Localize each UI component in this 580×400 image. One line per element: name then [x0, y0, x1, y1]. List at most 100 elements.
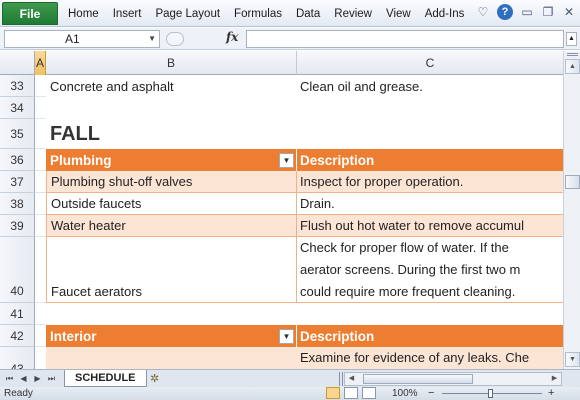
first-sheet-icon[interactable]: ⏮ [4, 372, 15, 385]
vertical-scrollbar[interactable]: ▲ ▼ [563, 51, 580, 369]
table-row: 37 Plumbing shut-off valves Inspect for … [0, 171, 563, 193]
tab-split-handle[interactable] [339, 372, 343, 386]
restore-window-icon[interactable]: ❐ [541, 5, 555, 19]
tab-page-layout[interactable]: Page Layout [155, 8, 220, 20]
file-tab[interactable]: File [2, 2, 58, 25]
row-header[interactable]: 35 [0, 119, 35, 149]
zoom-slider-knob[interactable] [488, 389, 493, 398]
scroll-up-icon[interactable]: ▲ [565, 59, 580, 74]
ribbon-tabs: Home Insert Page Layout Formulas Data Re… [68, 0, 478, 27]
scroll-right-icon[interactable]: ▶ [548, 373, 561, 385]
cell[interactable]: Water heater [46, 215, 297, 237]
ribbon: File Home Insert Page Layout Formulas Da… [0, 0, 580, 27]
next-sheet-icon[interactable]: ▶ [32, 372, 43, 385]
cell[interactable] [297, 119, 563, 149]
close-window-icon[interactable]: ✕ [562, 5, 576, 19]
scroll-left-icon[interactable]: ◀ [345, 373, 358, 385]
cell[interactable] [35, 303, 46, 325]
help-icon[interactable]: ? [497, 4, 513, 20]
zoom-in-icon[interactable]: + [548, 387, 554, 399]
tab-review[interactable]: Review [334, 8, 372, 20]
minimize-window-icon[interactable]: ▭ [520, 5, 534, 19]
normal-view-icon[interactable] [326, 387, 340, 399]
cell[interactable] [35, 75, 46, 97]
cell[interactable] [46, 303, 297, 325]
column-header-cell[interactable]: Description [297, 149, 563, 171]
split-handle[interactable] [567, 53, 578, 56]
row-header[interactable]: 33 [0, 75, 35, 97]
cell[interactable]: Concrete and asphalt [46, 75, 297, 97]
cell[interactable]: Faucet aerators [46, 237, 297, 303]
column-header-b[interactable]: B [46, 51, 297, 75]
cell[interactable]: Examine for evidence of any leaks. Che [297, 347, 563, 369]
row-header[interactable]: 38 [0, 193, 35, 215]
cell[interactable]: Check for proper flow of water. If the a… [297, 237, 563, 303]
cell[interactable] [35, 347, 46, 369]
cell[interactable] [35, 237, 46, 303]
tab-formulas[interactable]: Formulas [234, 8, 282, 20]
cell[interactable] [35, 119, 46, 149]
cell[interactable] [297, 303, 563, 325]
minimize-ribbon-icon[interactable]: ♡ [476, 5, 490, 19]
view-buttons [326, 387, 376, 399]
row-header[interactable]: 42 [0, 325, 35, 347]
cell[interactable] [46, 347, 297, 369]
formula-input[interactable] [246, 30, 564, 48]
tab-home[interactable]: Home [68, 8, 99, 20]
tab-add-ins[interactable]: Add-Ins [425, 8, 465, 20]
horizontal-scroll-thumb[interactable] [363, 374, 473, 384]
insert-function-icon[interactable]: fx [226, 30, 238, 44]
cell[interactable] [35, 149, 46, 171]
filter-dropdown-icon[interactable]: ▼ [279, 329, 294, 344]
horizontal-scrollbar[interactable]: ◀ ▶ [344, 372, 562, 386]
chevron-down-icon[interactable]: ▼ [148, 31, 156, 47]
zoom-out-icon[interactable]: − [428, 387, 434, 399]
cell[interactable] [35, 215, 46, 237]
cell[interactable]: Outside faucets [46, 193, 297, 215]
column-header-a[interactable]: A [35, 51, 46, 75]
table-row: 33 Concrete and asphalt Clean oil and gr… [0, 75, 563, 97]
insert-sheet-icon[interactable]: ✲ [150, 372, 168, 385]
zoom-level[interactable]: 100% [392, 387, 418, 400]
row-header[interactable]: 37 [0, 171, 35, 193]
section-title[interactable]: FALL [46, 119, 297, 149]
formula-bar-expander[interactable] [166, 32, 184, 46]
tab-data[interactable]: Data [296, 8, 320, 20]
cell[interactable] [35, 171, 46, 193]
sheet-tab-schedule[interactable]: SCHEDULE [64, 370, 147, 387]
row-header[interactable]: 43 [0, 347, 35, 369]
cell[interactable]: Drain. [297, 193, 563, 215]
cell[interactable]: Inspect for proper operation. [297, 171, 563, 193]
cell[interactable]: Flush out hot water to remove accumul [297, 215, 563, 237]
table-row: 43 Examine for evidence of any leaks. Ch… [0, 347, 563, 369]
cell[interactable] [297, 97, 563, 119]
cell[interactable] [46, 97, 297, 119]
expand-formula-icon[interactable]: ▲ [566, 32, 577, 46]
cell[interactable] [35, 193, 46, 215]
column-header-cell[interactable]: Plumbing ▼ [46, 149, 297, 171]
row-header[interactable]: 40 [0, 237, 35, 303]
vertical-scroll-thumb[interactable] [565, 175, 580, 189]
cell[interactable] [35, 325, 46, 347]
row-header[interactable]: 34 [0, 97, 35, 119]
prev-sheet-icon[interactable]: ◀ [18, 372, 29, 385]
page-break-view-icon[interactable] [362, 387, 376, 399]
cell[interactable] [35, 97, 46, 119]
row-header[interactable]: 41 [0, 303, 35, 325]
filter-dropdown-icon[interactable]: ▼ [279, 153, 294, 168]
column-header-cell[interactable]: Interior ▼ [46, 325, 297, 347]
select-all-corner[interactable] [0, 51, 35, 75]
tab-view[interactable]: View [386, 8, 411, 20]
row-header[interactable]: 36 [0, 149, 35, 171]
column-header-cell[interactable]: Description [297, 325, 563, 347]
cell-text-line: Examine for evidence of any leaks. Che [300, 350, 530, 365]
column-header-c[interactable]: C [297, 51, 563, 75]
last-sheet-icon[interactable]: ⏭ [46, 372, 57, 385]
row-header[interactable]: 39 [0, 215, 35, 237]
cell[interactable]: Clean oil and grease. [297, 75, 563, 97]
page-layout-view-icon[interactable] [344, 387, 358, 399]
name-box[interactable]: A1 ▼ [4, 30, 160, 48]
scroll-down-icon[interactable]: ▼ [565, 352, 580, 367]
cell[interactable]: Plumbing shut-off valves [46, 171, 297, 193]
tab-insert[interactable]: Insert [113, 8, 142, 20]
